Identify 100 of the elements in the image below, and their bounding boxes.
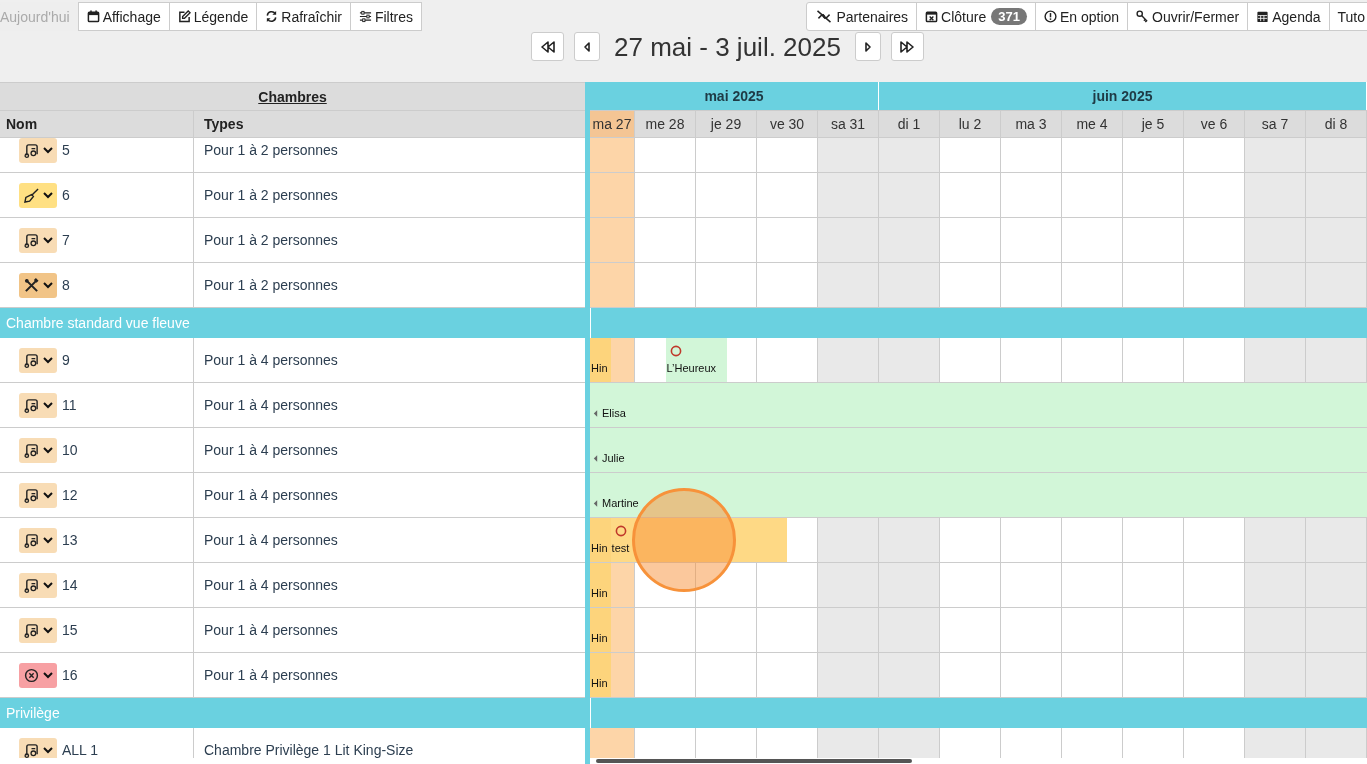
booking-label: Julie bbox=[602, 452, 625, 464]
booking-label: Hin bbox=[591, 362, 608, 374]
day-cell[interactable] bbox=[818, 218, 878, 262]
day-cell[interactable] bbox=[590, 218, 634, 262]
toolbar-button[interactable]: Tuto bbox=[1328, 2, 1367, 31]
status-button[interactable] bbox=[19, 572, 57, 598]
day-cell[interactable] bbox=[818, 338, 878, 382]
day-cell[interactable] bbox=[1245, 338, 1305, 382]
day-cell[interactable] bbox=[1245, 608, 1305, 652]
day-cell[interactable] bbox=[1245, 263, 1305, 307]
day-cell[interactable] bbox=[590, 138, 634, 172]
period-title: 27 mai - 3 juil. 2025 bbox=[613, 32, 842, 62]
booking-bar[interactable]: Elisa bbox=[590, 383, 1367, 427]
booking-bar[interactable]: Martine bbox=[590, 473, 1367, 517]
day-cell[interactable] bbox=[1306, 173, 1366, 217]
day-cell[interactable] bbox=[818, 173, 878, 217]
day-cell[interactable] bbox=[818, 263, 878, 307]
column-header: Types bbox=[194, 111, 585, 137]
day-cell[interactable] bbox=[590, 263, 634, 307]
room-type: Pour 1 à 4 personnes bbox=[204, 622, 338, 638]
day-cell[interactable] bbox=[1245, 218, 1305, 262]
day-cell[interactable] bbox=[1245, 518, 1305, 562]
booking-bar[interactable]: L’Heureux bbox=[665, 338, 727, 382]
day-cell[interactable] bbox=[879, 518, 939, 562]
day-cell[interactable] bbox=[1306, 518, 1366, 562]
previous-button[interactable] bbox=[574, 32, 601, 61]
day-cell[interactable] bbox=[1306, 263, 1366, 307]
room-type: Pour 1 à 4 personnes bbox=[204, 442, 338, 458]
day-cell[interactable] bbox=[818, 608, 878, 652]
day-cell[interactable] bbox=[818, 518, 878, 562]
status-button[interactable] bbox=[19, 272, 57, 298]
booking-bar[interactable]: test bbox=[610, 518, 788, 562]
splitter[interactable] bbox=[585, 82, 590, 764]
day-cell[interactable] bbox=[590, 173, 634, 217]
caret-icon bbox=[42, 491, 53, 499]
toolbar-button[interactable]: Ouvrir/Fermer bbox=[1127, 2, 1249, 31]
day-cell[interactable] bbox=[610, 563, 634, 607]
status-button[interactable] bbox=[19, 182, 57, 208]
day-cell[interactable] bbox=[1245, 173, 1305, 217]
next-button[interactable] bbox=[854, 32, 881, 61]
day-header: je 5 bbox=[1123, 111, 1184, 137]
toolbar-button[interactable]: Clôture 371 bbox=[916, 2, 1036, 31]
day-header: ve 6 bbox=[1184, 111, 1245, 137]
vacuum-icon bbox=[23, 532, 39, 548]
status-button[interactable] bbox=[19, 437, 57, 463]
toolbar-button[interactable]: Affichage bbox=[77, 2, 170, 31]
booking-bar[interactable]: Hin bbox=[590, 608, 611, 652]
day-cell[interactable] bbox=[1306, 653, 1366, 697]
booking-bar[interactable]: Hin bbox=[590, 518, 611, 562]
status-button[interactable] bbox=[19, 617, 57, 643]
toolbar-button[interactable]: En option bbox=[1034, 2, 1129, 31]
day-cell[interactable] bbox=[1245, 653, 1305, 697]
scrollbar[interactable] bbox=[596, 759, 912, 763]
day-cell[interactable] bbox=[818, 563, 878, 607]
day-cell[interactable] bbox=[610, 338, 634, 382]
booking-bar[interactable]: Hin bbox=[590, 338, 611, 382]
status-button[interactable] bbox=[19, 737, 57, 758]
status-button[interactable] bbox=[19, 392, 57, 418]
booking-bar[interactable]: Julie bbox=[590, 428, 1367, 472]
toolbar-button[interactable]: Partenaires bbox=[806, 2, 918, 31]
toolbar-button[interactable]: Agenda bbox=[1247, 2, 1330, 31]
booking-bar[interactable]: Hin bbox=[590, 653, 611, 697]
day-cell[interactable] bbox=[1245, 138, 1305, 172]
status-button[interactable] bbox=[19, 527, 57, 553]
fast-back-button[interactable] bbox=[531, 32, 565, 61]
day-cell[interactable] bbox=[1306, 608, 1366, 652]
vacuum-icon bbox=[23, 232, 39, 248]
day-cell[interactable] bbox=[610, 653, 634, 697]
fast-forward-button[interactable] bbox=[890, 32, 924, 61]
day-cell[interactable] bbox=[879, 173, 939, 217]
toolbar-button[interactable]: Rafraîchir bbox=[256, 2, 351, 31]
room-name: ALL 1 bbox=[62, 742, 99, 758]
day-cell[interactable] bbox=[879, 563, 939, 607]
column-header: Nom bbox=[0, 111, 194, 137]
status-button[interactable] bbox=[19, 227, 57, 253]
day-cell[interactable] bbox=[879, 338, 939, 382]
status-button[interactable] bbox=[19, 482, 57, 508]
count-badge: 371 bbox=[991, 8, 1027, 25]
status-button[interactable] bbox=[19, 347, 57, 373]
room-name: 5 bbox=[62, 142, 70, 158]
toolbar-button[interactable]: Légende bbox=[168, 2, 258, 31]
day-cell[interactable] bbox=[1306, 338, 1366, 382]
day-cell[interactable] bbox=[818, 138, 878, 172]
room-name: 12 bbox=[62, 487, 78, 503]
day-cell[interactable] bbox=[1245, 563, 1305, 607]
day-cell[interactable] bbox=[879, 218, 939, 262]
booking-bar[interactable]: Hin bbox=[590, 563, 611, 607]
day-cell[interactable] bbox=[1306, 218, 1366, 262]
day-cell[interactable] bbox=[610, 608, 634, 652]
status-button[interactable] bbox=[19, 662, 57, 688]
day-cell[interactable] bbox=[879, 263, 939, 307]
toolbar-button[interactable]: Filtres bbox=[349, 2, 423, 31]
status-button[interactable] bbox=[19, 138, 57, 163]
day-cell[interactable] bbox=[1306, 563, 1366, 607]
caret-icon bbox=[42, 356, 53, 364]
day-cell[interactable] bbox=[879, 608, 939, 652]
day-cell[interactable] bbox=[879, 653, 939, 697]
day-cell[interactable] bbox=[879, 138, 939, 172]
day-cell[interactable] bbox=[818, 653, 878, 697]
day-cell[interactable] bbox=[1306, 138, 1366, 172]
